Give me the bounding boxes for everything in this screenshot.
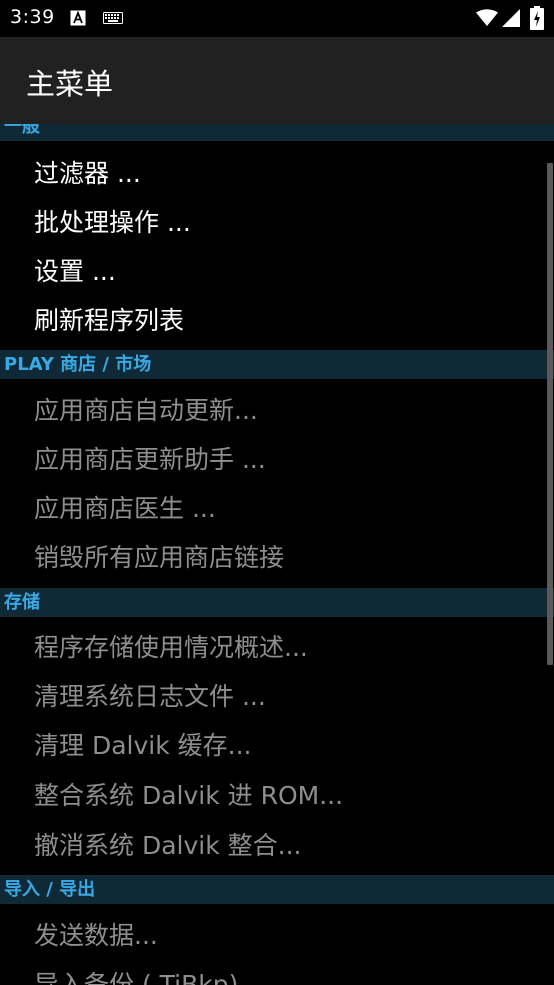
- menu-item-clean-log-files[interactable]: 清理系统日志文件 ...: [0, 672, 546, 721]
- menu-item-send-data[interactable]: 发送数据...: [0, 911, 546, 960]
- menu-item-store-auto-update[interactable]: 应用商店自动更新...: [0, 386, 546, 435]
- signal-icon: [502, 9, 520, 27]
- menu-item-destroy-store-links[interactable]: 销毁所有应用商店链接: [0, 533, 546, 582]
- menu-item-integrate-dalvik-rom[interactable]: 整合系统 Dalvik 进 ROM...: [0, 771, 546, 820]
- status-time: 3:39: [10, 6, 55, 28]
- menu-item-undo-dalvik-integration[interactable]: 撤消系统 Dalvik 整合...: [0, 821, 546, 870]
- menu-item-refresh-list[interactable]: 刷新程序列表: [0, 296, 546, 345]
- menu-item-store-doctor[interactable]: 应用商店医生 ...: [0, 484, 546, 533]
- status-bar: 3:39: [0, 0, 554, 37]
- wifi-icon: [476, 9, 498, 26]
- menu-item-clean-dalvik-cache[interactable]: 清理 Dalvik 缓存...: [0, 721, 546, 770]
- keyboard-icon: [103, 12, 123, 24]
- battery-icon: [530, 6, 544, 30]
- menu-item-batch-actions[interactable]: 批处理操作 ...: [0, 198, 546, 247]
- menu-item-import-backup[interactable]: 导入备份 ( TiBkp): [0, 960, 546, 985]
- menu-list[interactable]: 一般 过滤器 ... 批处理操作 ... 设置 ... 刷新程序列表 PLAY …: [0, 124, 554, 985]
- menu-item-storage-overview[interactable]: 程序存储使用情况概述...: [0, 623, 546, 672]
- section-header-storage: 存储: [0, 588, 554, 617]
- scrollbar[interactable]: [547, 163, 553, 665]
- app-bar: 主菜单: [0, 37, 554, 124]
- font-a-icon: [70, 10, 86, 26]
- menu-item-store-update-helper[interactable]: 应用商店更新助手 ...: [0, 435, 546, 484]
- menu-item-filters[interactable]: 过滤器 ...: [0, 149, 546, 198]
- section-header-import-export: 导入 / 导出: [0, 875, 554, 904]
- page-title: 主菜单: [26, 67, 114, 101]
- section-header-general: 一般: [0, 124, 554, 141]
- menu-item-settings[interactable]: 设置 ...: [0, 247, 546, 296]
- section-header-play-store: PLAY 商店 / 市场: [0, 350, 554, 379]
